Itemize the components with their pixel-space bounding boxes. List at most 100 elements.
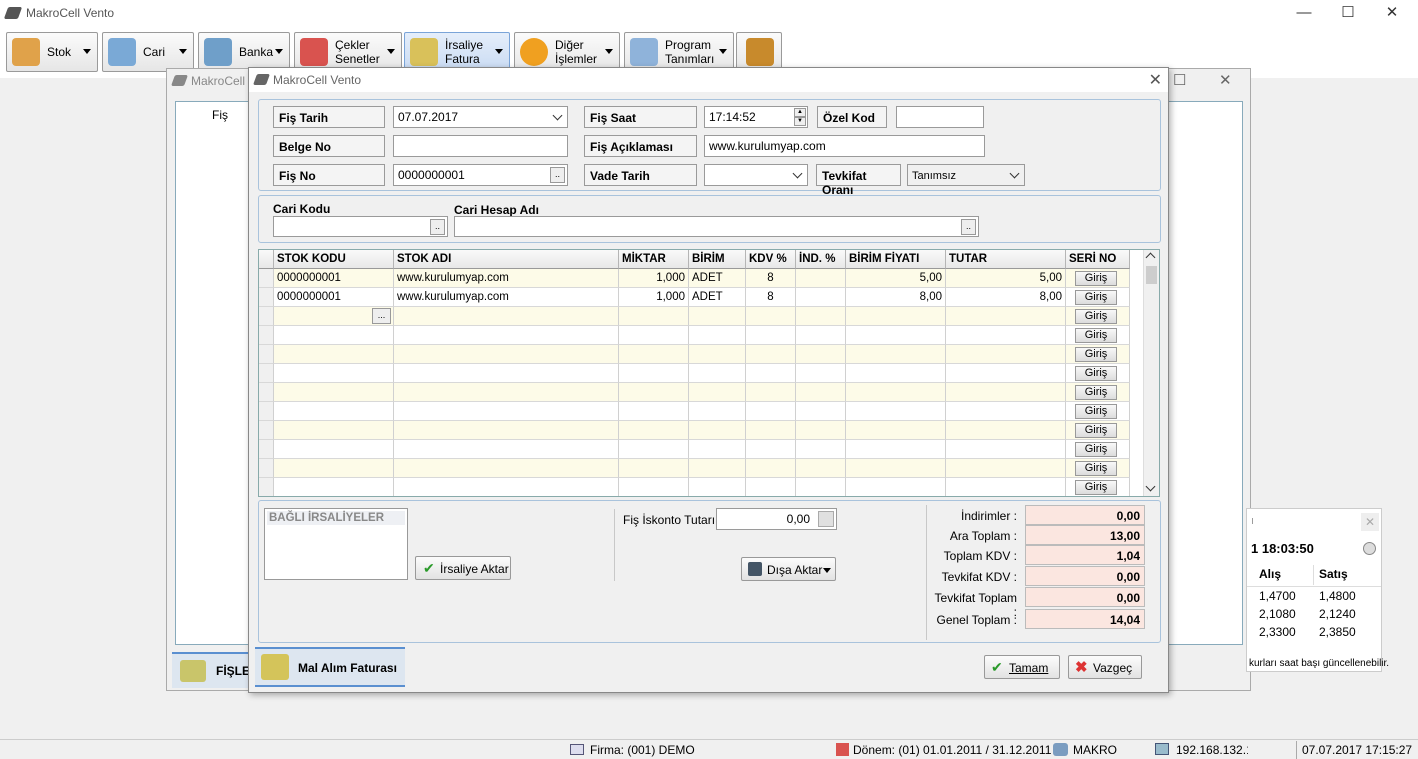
cell-miktar[interactable] [619,459,689,478]
giris-button[interactable]: Giriş [1075,366,1117,381]
col-birim[interactable]: BİRİM [689,250,746,269]
cell-stok-adi[interactable] [394,421,619,440]
cell-ind[interactable] [796,402,846,421]
col-stok-kodu[interactable]: STOK KODU [274,250,394,269]
cell-birim[interactable] [689,326,746,345]
table-row[interactable]: Giriş [259,326,1130,345]
cell-stok-adi[interactable] [394,307,619,326]
cell-birim-fiyati[interactable] [846,307,946,326]
giris-button[interactable]: Giriş [1075,461,1117,476]
cell-miktar[interactable] [619,421,689,440]
fis-aciklama-field[interactable]: www.kurulumyap.com [704,135,985,157]
cell-stok-kodu[interactable]: 0000000001 [274,288,394,307]
disa-aktar-button[interactable]: Dışa Aktar [741,557,836,581]
banka-button[interactable]: Banka [198,32,290,72]
cell-stok-kodu[interactable] [274,326,394,345]
cell-ind[interactable] [796,459,846,478]
spinner-up-icon[interactable]: ▲ [794,108,806,117]
table-row[interactable]: 0000000001 www.kurulumyap.com 1,000 ADET 8 5,… [259,269,1130,288]
col-tutar[interactable]: TUTAR [946,250,1066,269]
cell-tutar[interactable] [946,326,1066,345]
chevron-down-icon[interactable] [552,110,563,121]
cell-miktar[interactable] [619,326,689,345]
fis-tarih-field[interactable]: 07.07.2017 [393,106,568,128]
stok-button[interactable]: Stok [6,32,98,72]
cell-miktar[interactable] [619,383,689,402]
row-selector[interactable] [259,345,274,364]
cell-kdv[interactable] [746,307,796,326]
cell-tutar[interactable]: 5,00 [946,269,1066,288]
ozel-kod-field[interactable] [896,106,984,128]
cell-miktar[interactable] [619,402,689,421]
cell-ind[interactable] [796,307,846,326]
cell-stok-adi[interactable] [394,440,619,459]
col-birim-fiyati[interactable]: BİRİM FİYATI [846,250,946,269]
close-button[interactable]: ✕ [1149,70,1162,90]
cell-stok-kodu[interactable] [274,364,394,383]
giris-button[interactable]: Giriş [1075,423,1117,438]
cell-birim-fiyati[interactable] [846,478,946,496]
cell-birim-fiyati[interactable]: 8,00 [846,288,946,307]
fis-saat-field[interactable]: 17:14:52 ▲ ▼ [704,106,808,128]
cell-birim[interactable] [689,345,746,364]
cell-stok-kodu[interactable]: 0000000001 [274,269,394,288]
cell-kdv[interactable] [746,478,796,496]
bagli-irsaliyeler-list[interactable]: BAĞLI İRSALİYELER [264,508,408,580]
cell-ind[interactable] [796,326,846,345]
cell-birim-fiyati[interactable] [846,364,946,383]
cell-ind[interactable] [796,269,846,288]
cell-birim[interactable] [689,383,746,402]
exit-button[interactable] [736,32,782,72]
cell-stok-adi[interactable] [394,364,619,383]
col-ind[interactable]: İND. % [796,250,846,269]
chevron-down-icon[interactable] [1009,168,1020,179]
cell-stok-kodu[interactable] [274,421,394,440]
cell-stok-kodu[interactable] [274,478,394,496]
close-button[interactable]: ✕ [1219,71,1232,89]
cell-birim-fiyati[interactable] [846,383,946,402]
cekler-senetler-button[interactable]: Çekler Senetler [294,32,402,72]
cell-miktar[interactable]: 1,000 [619,269,689,288]
cell-kdv[interactable]: 8 [746,288,796,307]
cell-birim[interactable] [689,307,746,326]
iskonto-button[interactable] [818,511,834,527]
cell-miktar[interactable]: 1,000 [619,288,689,307]
col-kdv[interactable]: KDV % [746,250,796,269]
cell-ind[interactable] [796,383,846,402]
maximize-button[interactable]: ☐ [1326,2,1370,26]
tamam-button[interactable]: ✔ Tamam [984,655,1060,679]
cell-tutar[interactable] [946,383,1066,402]
scroll-thumb[interactable] [1146,266,1157,284]
table-row[interactable]: ... Giriş [259,307,1130,326]
cell-stok-adi[interactable] [394,402,619,421]
tree-item-fis[interactable]: Fiş [212,108,228,122]
giris-button[interactable]: Giriş [1075,404,1117,419]
row-selector[interactable] [259,364,274,383]
table-row[interactable]: Giriş [259,364,1130,383]
cell-miktar[interactable] [619,440,689,459]
fis-no-field[interactable]: 0000000001 .. [393,164,568,186]
diger-islemler-button[interactable]: Diğer İşlemler [514,32,620,72]
cari-hesap-field[interactable]: .. [454,216,979,237]
cell-miktar[interactable] [619,364,689,383]
table-row[interactable]: Giriş [259,402,1130,421]
cell-stok-adi[interactable] [394,326,619,345]
giris-button[interactable]: Giriş [1075,347,1117,362]
cell-ind[interactable] [796,421,846,440]
cell-kdv[interactable] [746,326,796,345]
tab-fisler[interactable]: FİŞLE [172,652,252,688]
cell-stok-adi[interactable] [394,459,619,478]
refresh-icon[interactable] [1363,542,1376,555]
giris-button[interactable]: Giriş [1075,328,1117,343]
lookup-button[interactable]: .. [430,219,445,235]
cell-tutar[interactable] [946,307,1066,326]
lookup-button[interactable]: .. [961,219,976,235]
cell-miktar[interactable] [619,345,689,364]
cell-ind[interactable] [796,364,846,383]
spinner-down-icon[interactable]: ▼ [794,117,806,126]
cell-stok-kodu[interactable] [274,345,394,364]
minimize-button[interactable]: — [1282,2,1326,26]
cell-ind[interactable] [796,478,846,496]
row-selector[interactable] [259,307,274,326]
cell-ind[interactable] [796,345,846,364]
